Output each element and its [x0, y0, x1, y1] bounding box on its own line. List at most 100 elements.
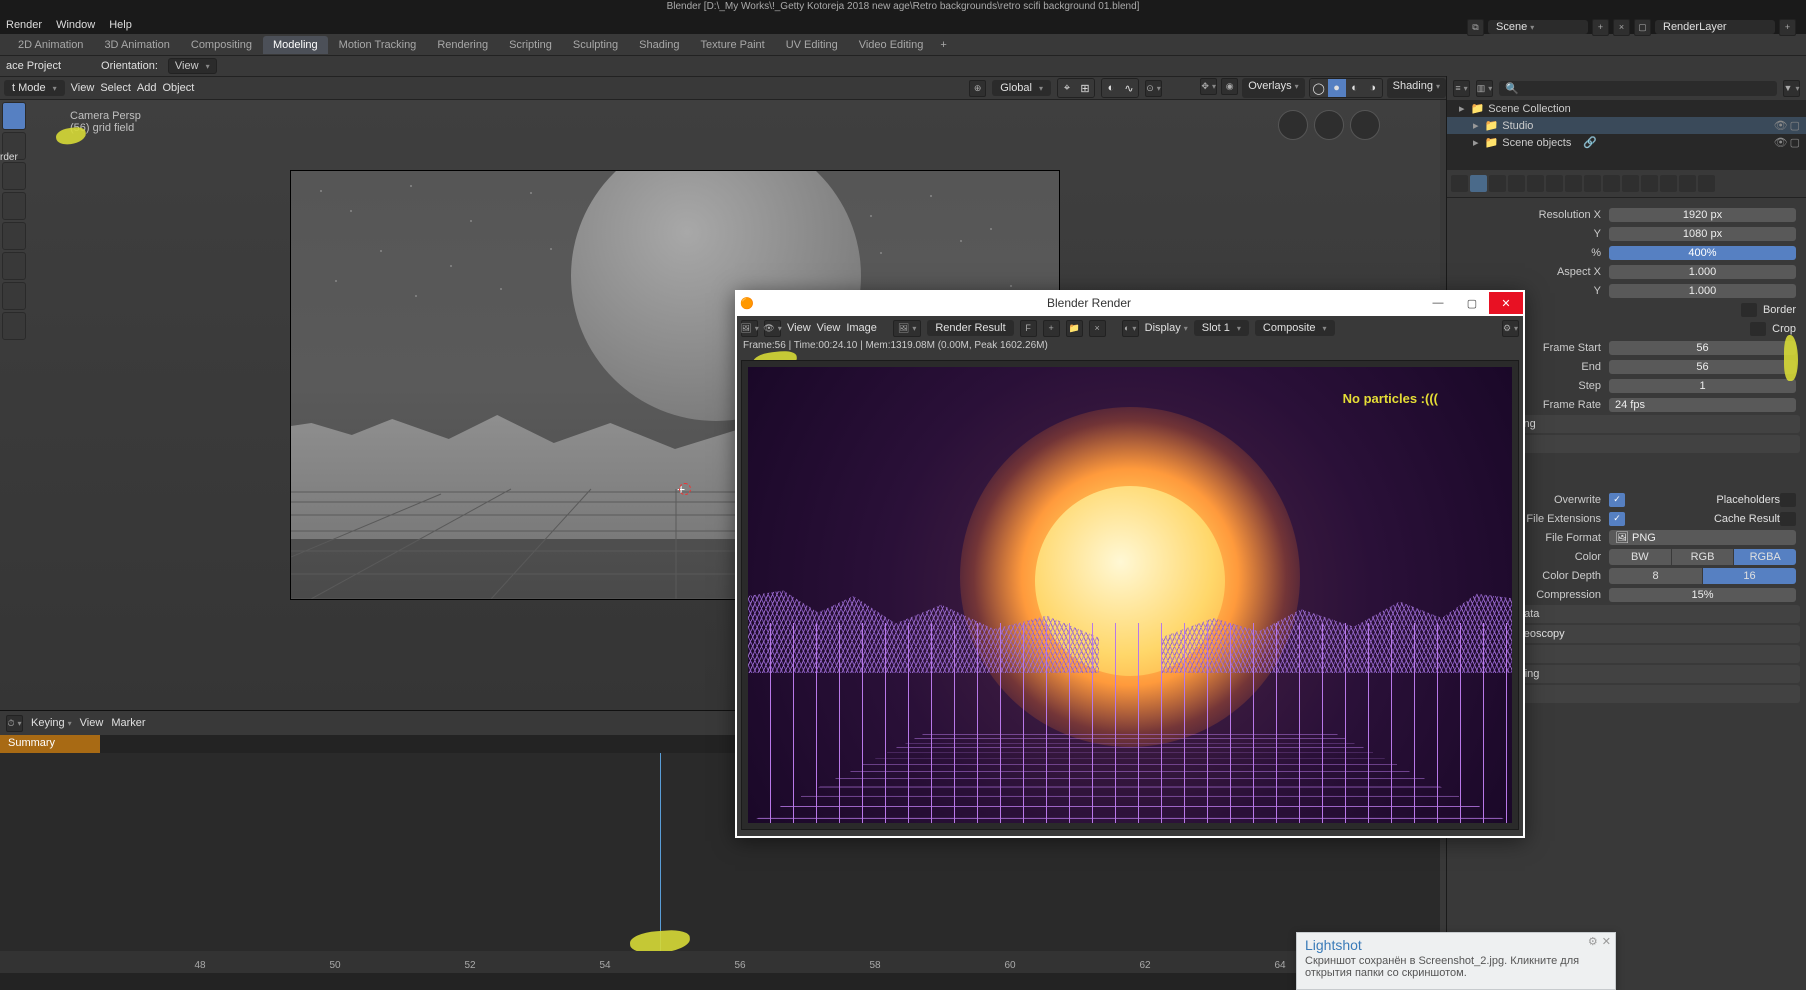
minimize-icon[interactable]: —	[1421, 292, 1455, 314]
color-rgba[interactable]: RGBA	[1734, 549, 1796, 565]
proportional-group[interactable]: ◐∿	[1101, 78, 1139, 98]
outliner-row[interactable]: 📁Scene Collection	[1447, 100, 1806, 117]
outliner-filter-icon[interactable]: ▼	[1783, 80, 1800, 97]
ws-tab[interactable]: Texture Paint	[691, 36, 775, 54]
depth-toggle[interactable]: 8 16	[1609, 568, 1796, 584]
placeholders-check[interactable]	[1780, 493, 1796, 507]
prop-tab-icon[interactable]	[1679, 175, 1696, 192]
fake-user-icon[interactable]: F	[1020, 320, 1037, 337]
prop-tab-icon[interactable]	[1451, 175, 1468, 192]
ws-tab[interactable]: Motion Tracking	[329, 36, 427, 54]
display-select[interactable]: Display	[1145, 322, 1188, 334]
prop-tab-icon[interactable]	[1603, 175, 1620, 192]
slot-select[interactable]: Slot 1	[1194, 320, 1249, 336]
scene-icon[interactable]: ⧉	[1467, 19, 1484, 36]
editor-type-icon[interactable]: 🖼	[741, 320, 758, 337]
fileformat-field[interactable]: 🖼 PNG	[1609, 530, 1796, 545]
tl-menu-view[interactable]: View	[80, 717, 104, 729]
pivot-icon[interactable]: ⊙	[1145, 80, 1162, 97]
aspy-field[interactable]: 1.000	[1609, 284, 1796, 298]
ws-tab[interactable]: UV Editing	[776, 36, 848, 54]
render-titlebar[interactable]: 🟠 Blender Render — ▢ ✕	[737, 290, 1523, 316]
vp-menu-select[interactable]: Select	[100, 82, 131, 94]
ws-tab[interactable]: Shading	[629, 36, 689, 54]
orientation-select[interactable]: View	[168, 58, 217, 74]
prop-tab-icon[interactable]	[1584, 175, 1601, 192]
depth-8[interactable]: 8	[1609, 568, 1702, 584]
ws-tab[interactable]: 2D Animation	[8, 36, 93, 54]
add-workspace-icon[interactable]: +	[934, 39, 952, 51]
del-scene-icon[interactable]: ×	[1613, 19, 1630, 36]
display-channels-icon[interactable]: ◐	[1122, 320, 1139, 337]
compression-field[interactable]: 15%	[1609, 588, 1796, 602]
ws-tab[interactable]: 3D Animation	[94, 36, 179, 54]
render-settings-icon[interactable]: ⚙	[1502, 320, 1519, 337]
render-result[interactable]: Render Result	[927, 320, 1013, 336]
fstart-field[interactable]: 56	[1609, 341, 1796, 355]
outliner-row[interactable]: 📁Scene objects🔗👁▢	[1447, 134, 1806, 151]
shading-modes[interactable]: ◯●◐◑	[1309, 78, 1383, 98]
render-menu-view[interactable]: View	[787, 322, 811, 334]
tool-transform[interactable]	[2, 252, 26, 280]
menu-render[interactable]: Render	[6, 19, 42, 31]
color-mode-toggle[interactable]: BW RGB RGBA	[1609, 549, 1796, 565]
ws-tab[interactable]: Rendering	[427, 36, 498, 54]
eye-icon[interactable]: 👁	[1774, 136, 1788, 149]
tool-scale[interactable]	[2, 222, 26, 250]
vp-menu-view[interactable]: View	[71, 82, 95, 94]
pct-field[interactable]: 400%	[1609, 246, 1796, 260]
outliner-row[interactable]: 📁Studio👁▢	[1447, 117, 1806, 134]
maximize-icon[interactable]: ▢	[1455, 292, 1489, 314]
ws-tab-active[interactable]: Modeling	[263, 36, 328, 54]
snap-group[interactable]: ⌖⊞	[1057, 78, 1095, 98]
close-icon[interactable]: ✕	[1489, 292, 1523, 314]
vp-menu-object[interactable]: Object	[162, 82, 194, 94]
toast-close-icon[interactable]: ✕	[1602, 935, 1611, 948]
orbit-gizmo[interactable]	[1278, 110, 1308, 140]
summary-channel[interactable]: Summary	[0, 735, 100, 753]
tl-menu-marker[interactable]: Marker	[111, 717, 145, 729]
gizmo-icon[interactable]: ✥	[1200, 78, 1217, 95]
render-canvas[interactable]: No particles :(((	[741, 360, 1519, 830]
toast-gear-icon[interactable]: ⚙	[1588, 935, 1598, 948]
outliner-type-icon[interactable]: ≡	[1453, 80, 1470, 97]
layer-icon[interactable]: ▢	[1634, 19, 1651, 36]
fend-field[interactable]: 56	[1609, 360, 1796, 374]
frate-field[interactable]: 24 fps	[1609, 398, 1796, 412]
timeline-type-icon[interactable]: ⏱	[6, 715, 23, 732]
outliner-display-icon[interactable]: ▥	[1476, 80, 1493, 97]
new-image-icon[interactable]: +	[1043, 320, 1060, 337]
new-layer-icon[interactable]: +	[1779, 19, 1796, 36]
ws-tab[interactable]: Compositing	[181, 36, 262, 54]
lightshot-toast[interactable]: ⚙✕ Lightshot Скриншот сохранён в Screens…	[1296, 932, 1616, 990]
menu-help[interactable]: Help	[109, 19, 132, 31]
left-panel-tab[interactable]: rder	[0, 152, 18, 163]
tool-rotate[interactable]	[2, 192, 26, 220]
renderlayer-select[interactable]: RenderLayer	[1655, 20, 1775, 34]
render-menu-view2[interactable]: View	[817, 322, 841, 334]
prop-tab-icon[interactable]	[1508, 175, 1525, 192]
prop-tab-render-icon[interactable]	[1470, 175, 1487, 192]
open-image-icon[interactable]: 📁	[1066, 320, 1083, 337]
aspx-field[interactable]: 1.000	[1609, 265, 1796, 279]
new-scene-icon[interactable]: +	[1592, 19, 1609, 36]
shading-popover[interactable]: Shading	[1387, 78, 1446, 98]
eye-icon[interactable]: 👁	[1774, 119, 1788, 132]
ws-tab[interactable]: Sculpting	[563, 36, 628, 54]
prop-tab-icon[interactable]	[1641, 175, 1658, 192]
fstep-field[interactable]: 1	[1609, 379, 1796, 393]
resy-field[interactable]: 1080 px	[1609, 227, 1796, 241]
overlay-icon[interactable]: ◉	[1221, 78, 1238, 95]
timeline-ruler[interactable]: 48 50 52 54 56 58 60 62 64	[0, 951, 1440, 973]
tool-select[interactable]	[2, 102, 26, 130]
fileext-check[interactable]	[1609, 512, 1625, 526]
overwrite-check[interactable]	[1609, 493, 1625, 507]
transform-orientation[interactable]: Global	[992, 80, 1051, 96]
ws-tab[interactable]: Video Editing	[849, 36, 934, 54]
tool-measure[interactable]	[2, 312, 26, 340]
mode-select[interactable]: t Mode	[4, 80, 65, 96]
overlays-toggle[interactable]: Overlays	[1242, 78, 1304, 98]
prop-tab-icon[interactable]	[1622, 175, 1639, 192]
prop-tab-icon[interactable]	[1527, 175, 1544, 192]
ws-tab[interactable]: Scripting	[499, 36, 562, 54]
